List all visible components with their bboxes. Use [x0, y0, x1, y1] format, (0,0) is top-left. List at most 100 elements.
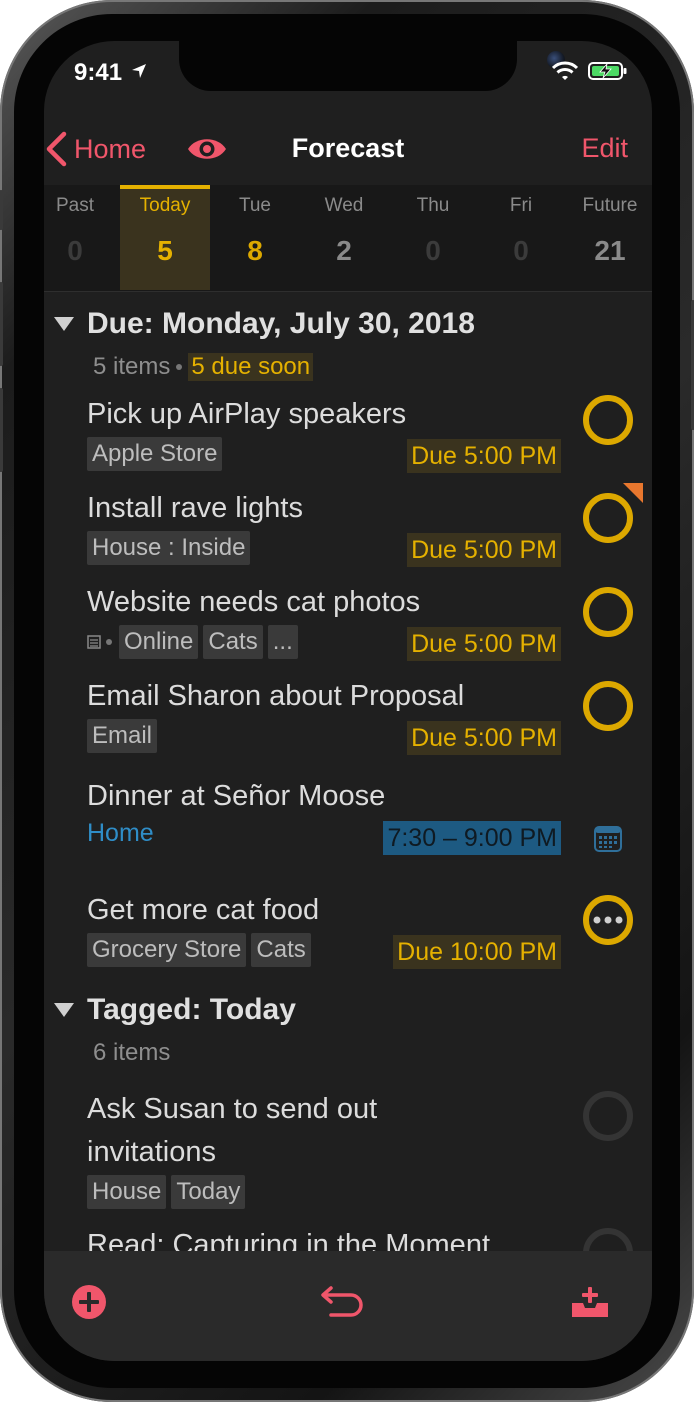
date-tue[interactable]: Tue 8 — [210, 185, 300, 290]
task-row[interactable]: Website needs cat photos Online Cats ...… — [87, 581, 647, 661]
task-row[interactable]: Get more cat food Grocery Store Cats Due… — [87, 889, 647, 969]
add-button[interactable] — [70, 1283, 108, 1326]
item-count: 6 items — [93, 1039, 171, 1066]
status-circle-button[interactable] — [583, 587, 633, 637]
more-dots-icon — [593, 916, 623, 924]
task-tags: Apple Store — [87, 437, 647, 471]
task-title-line-2: invitations — [87, 1136, 216, 1168]
focus-button[interactable] — [186, 134, 228, 169]
date-count: 5 — [157, 235, 173, 266]
notch — [179, 41, 565, 91]
tag-chip: Today — [171, 1175, 246, 1209]
event-location: Home — [87, 819, 647, 848]
event-title: Dinner at Señor Moose — [87, 780, 386, 812]
date-label: Wed — [324, 195, 364, 216]
date-label: Fri — [509, 195, 533, 216]
item-count: 5 items — [93, 353, 171, 380]
date-fri[interactable]: Fri 0 — [478, 185, 564, 290]
battery-charging-icon — [588, 62, 627, 80]
eye-icon — [188, 139, 226, 159]
task-title: Email Sharon about Proposal — [87, 680, 465, 712]
task-title: Install rave lights — [87, 492, 303, 524]
phone-frame: 9:41 Home Forecast Edit Past 0 Today 5 T… — [0, 0, 694, 1402]
tag-chip: Grocery Store — [87, 933, 247, 967]
note-icon — [87, 635, 101, 649]
task-row[interactable]: Pick up AirPlay speakers Apple Store Due… — [87, 393, 647, 473]
status-icons — [552, 61, 628, 81]
task-title: Get more cat food — [87, 894, 320, 926]
status-circle-button[interactable] — [583, 1091, 633, 1141]
volume-down-button — [0, 388, 3, 472]
separator-dot — [106, 639, 112, 645]
section-title: Tagged: Today — [87, 993, 296, 1026]
task-tags: Email — [87, 719, 647, 753]
mute-switch — [0, 190, 3, 230]
status-circle-button[interactable] — [583, 681, 633, 731]
due-section-summary: 5 items 5 due soon — [93, 353, 314, 381]
bottom-toolbar — [44, 1251, 652, 1361]
date-past[interactable]: Past 0 — [44, 185, 106, 290]
volume-up-button — [0, 282, 3, 366]
screen: 9:41 Home Forecast Edit Past 0 Today 5 T… — [44, 41, 652, 1361]
due-badge: Due 5:00 PM — [407, 533, 561, 567]
date-thu[interactable]: Thu 0 — [388, 185, 478, 290]
due-badge: Due 10:00 PM — [393, 935, 561, 969]
date-today[interactable]: Today 5 — [120, 185, 210, 290]
due-badge: Due 5:00 PM — [407, 721, 561, 755]
inbox-button[interactable] — [570, 1283, 610, 1326]
date-future[interactable]: Future 21 — [568, 185, 652, 290]
section-title: Due: Monday, July 30, 2018 — [87, 307, 475, 340]
back-label: Home — [74, 133, 147, 164]
tag-more-chip: ... — [267, 625, 298, 659]
undo-arrow-icon — [321, 1286, 363, 1317]
status-time: 9:41 — [74, 59, 147, 87]
undo-button[interactable] — [319, 1283, 367, 1326]
date-label: Future — [582, 195, 638, 216]
tag-chip: Online — [119, 625, 199, 659]
due-section-header[interactable]: Due: Monday, July 30, 2018 — [54, 307, 475, 341]
nav-bar: Home Forecast Edit — [44, 113, 652, 185]
disclosure-triangle-icon — [54, 1003, 74, 1017]
flag-corner-icon — [623, 483, 643, 503]
tag-chip: Apple Store — [87, 437, 223, 471]
separator-dot — [176, 364, 183, 370]
edit-button[interactable]: Edit — [581, 133, 628, 164]
date-label: Past — [55, 195, 95, 216]
date-label: Thu — [416, 195, 450, 216]
event-time-badge: 7:30 – 9:00 PM — [383, 821, 561, 855]
calendar-event-row[interactable]: Dinner at Señor Moose Home 7:30 – 9:00 P… — [87, 775, 647, 855]
disclosure-triangle-icon — [54, 317, 74, 331]
date-count: 0 — [67, 235, 83, 266]
task-tags: Online Cats ... — [87, 625, 647, 659]
task-tags: House Today — [87, 1175, 647, 1209]
date-count: 0 — [425, 235, 441, 266]
tag-chip: House : Inside — [87, 531, 251, 565]
task-title-line-1: Ask Susan to send out — [87, 1093, 378, 1125]
location-arrow-icon — [131, 64, 146, 78]
status-circle-button[interactable] — [583, 395, 633, 445]
task-row[interactable]: Ask Susan to send out invitations House … — [87, 1088, 647, 1209]
tagged-section-summary: 6 items — [93, 1039, 170, 1067]
wifi-icon — [552, 61, 578, 80]
chevron-left-icon — [46, 131, 67, 167]
task-title: Pick up AirPlay speakers — [87, 398, 407, 430]
date-count: 2 — [336, 235, 352, 266]
task-tags: House : Inside — [87, 531, 647, 565]
forecast-date-bar: Past 0 Today 5 Tue 8 Wed 2 Thu 0 Fri 0 F… — [44, 185, 652, 292]
plus-circle-icon — [72, 1285, 106, 1319]
date-label: Today — [139, 195, 191, 216]
date-count: 8 — [247, 235, 263, 266]
tag-chip: Cats — [251, 933, 311, 967]
event-location-link[interactable]: Home — [87, 819, 154, 848]
inbox-tray-icon — [572, 1287, 608, 1317]
back-button[interactable]: Home — [44, 131, 146, 167]
tagged-section-header[interactable]: Tagged: Today — [54, 993, 296, 1027]
tag-chip: Email — [87, 719, 158, 753]
due-badge: Due 5:00 PM — [407, 627, 561, 661]
task-row[interactable]: Email Sharon about Proposal Email Due 5:… — [87, 675, 647, 755]
status-circle-button[interactable] — [583, 895, 633, 945]
task-row[interactable]: Install rave lights House : Inside Due 5… — [87, 483, 647, 567]
calendar-icon — [594, 826, 622, 852]
tag-chip: House — [87, 1175, 167, 1209]
date-wed[interactable]: Wed 2 — [300, 185, 388, 290]
